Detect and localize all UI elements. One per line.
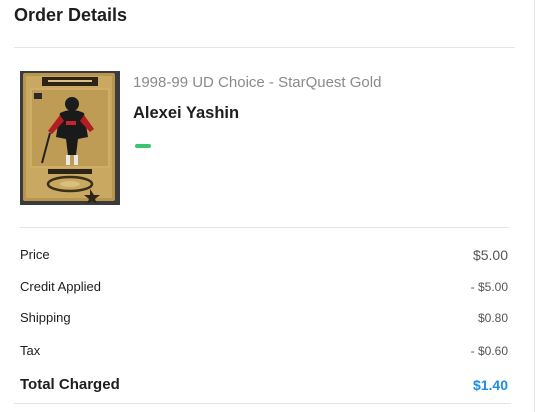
credit-value: - $5.00 [470,280,508,294]
shipping-label: Shipping [20,310,71,325]
trading-card-image[interactable] [20,71,120,205]
page-title: Order Details [14,5,128,25]
summary-divider [20,227,509,228]
condition-indicator [135,144,151,148]
shipping-value: $0.80 [477,311,508,325]
price-value: $5.00 [472,247,508,263]
product-player-name[interactable]: Alexei Yashin [133,103,239,123]
panel-border [534,0,535,412]
price-row: Price $5.00 [20,245,508,265]
product-set-name: 1998-99 UD Choice - StarQuest Gold [133,74,382,91]
total-row: Total Charged $1.40 [20,375,508,395]
price-label: Price [20,247,50,262]
credit-row: Credit Applied - $5.00 [20,277,508,297]
shipping-row: Shipping $0.80 [20,308,508,328]
tax-label: Tax [20,343,41,358]
tax-row: Tax - $0.60 [20,341,508,361]
header-divider [14,47,515,48]
total-value: $1.40 [472,377,508,393]
footer-divider [14,403,511,404]
total-label: Total Charged [20,376,120,393]
tax-value: - $0.60 [470,344,508,358]
credit-label: Credit Applied [20,279,101,294]
order-details-panel: Order Details 1998-99 UD Choice - StarQu… [0,0,541,412]
